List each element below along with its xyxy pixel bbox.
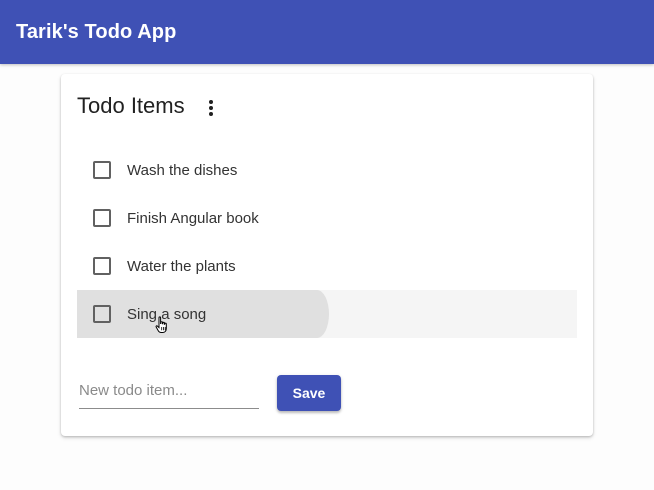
todo-card: Todo Items Wash the dishes Finish Angula… bbox=[61, 74, 593, 436]
save-button[interactable]: Save bbox=[277, 375, 341, 411]
todo-checkbox[interactable] bbox=[93, 161, 111, 179]
more-vert-icon[interactable] bbox=[199, 96, 223, 120]
card-header: Todo Items bbox=[77, 92, 223, 120]
todo-checkbox[interactable] bbox=[93, 305, 111, 323]
new-todo-input[interactable] bbox=[79, 376, 259, 399]
todo-item-hovered[interactable]: Sing a song bbox=[77, 290, 577, 338]
todo-label: Finish Angular book bbox=[127, 209, 259, 227]
new-todo-field[interactable] bbox=[79, 376, 259, 409]
app-toolbar: Tarik's Todo App bbox=[0, 0, 654, 64]
todo-list: Wash the dishes Finish Angular book Wate… bbox=[77, 146, 577, 338]
todo-item[interactable]: Water the plants bbox=[77, 242, 577, 290]
todo-label: Water the plants bbox=[127, 257, 236, 275]
todo-item[interactable]: Wash the dishes bbox=[77, 146, 577, 194]
card-title: Todo Items bbox=[77, 93, 185, 118]
todo-checkbox[interactable] bbox=[93, 209, 111, 227]
todo-label: Wash the dishes bbox=[127, 161, 238, 179]
todo-checkbox[interactable] bbox=[93, 257, 111, 275]
todo-label: Sing a song bbox=[127, 305, 207, 323]
app-title: Tarik's Todo App bbox=[16, 20, 177, 43]
todo-item[interactable]: Finish Angular book bbox=[77, 194, 577, 242]
